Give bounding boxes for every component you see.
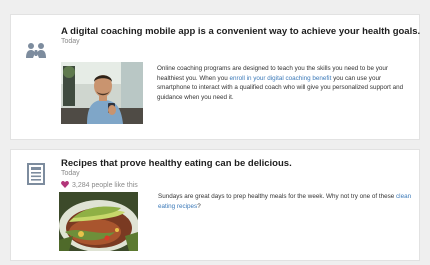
card-date: Today	[61, 170, 80, 177]
card-title[interactable]: Recipes that prove healthy eating can be…	[61, 158, 292, 169]
newspaper-icon	[17, 156, 55, 192]
heart-icon[interactable]	[61, 181, 69, 190]
card-body: Online coaching programs are designed to…	[157, 65, 404, 101]
card-title[interactable]: A digital coaching mobile app is a conve…	[61, 26, 420, 37]
coaching-photo	[61, 62, 143, 124]
people-group-icon	[17, 32, 55, 68]
feed-card-recipes: Recipes that prove healthy eating can be…	[10, 149, 420, 261]
card-date: Today	[61, 38, 80, 45]
like-count[interactable]: 3,284 people like this	[61, 181, 138, 190]
card-body: Sundays are great days to prep healthy m…	[158, 193, 412, 210]
recipe-photo	[59, 192, 138, 251]
feed-card-coaching: A digital coaching mobile app is a conve…	[10, 14, 420, 140]
like-count-text: 3,284 people like this	[72, 182, 138, 189]
coaching-benefit-link[interactable]: enroll in your digital coaching benefit	[229, 75, 331, 82]
